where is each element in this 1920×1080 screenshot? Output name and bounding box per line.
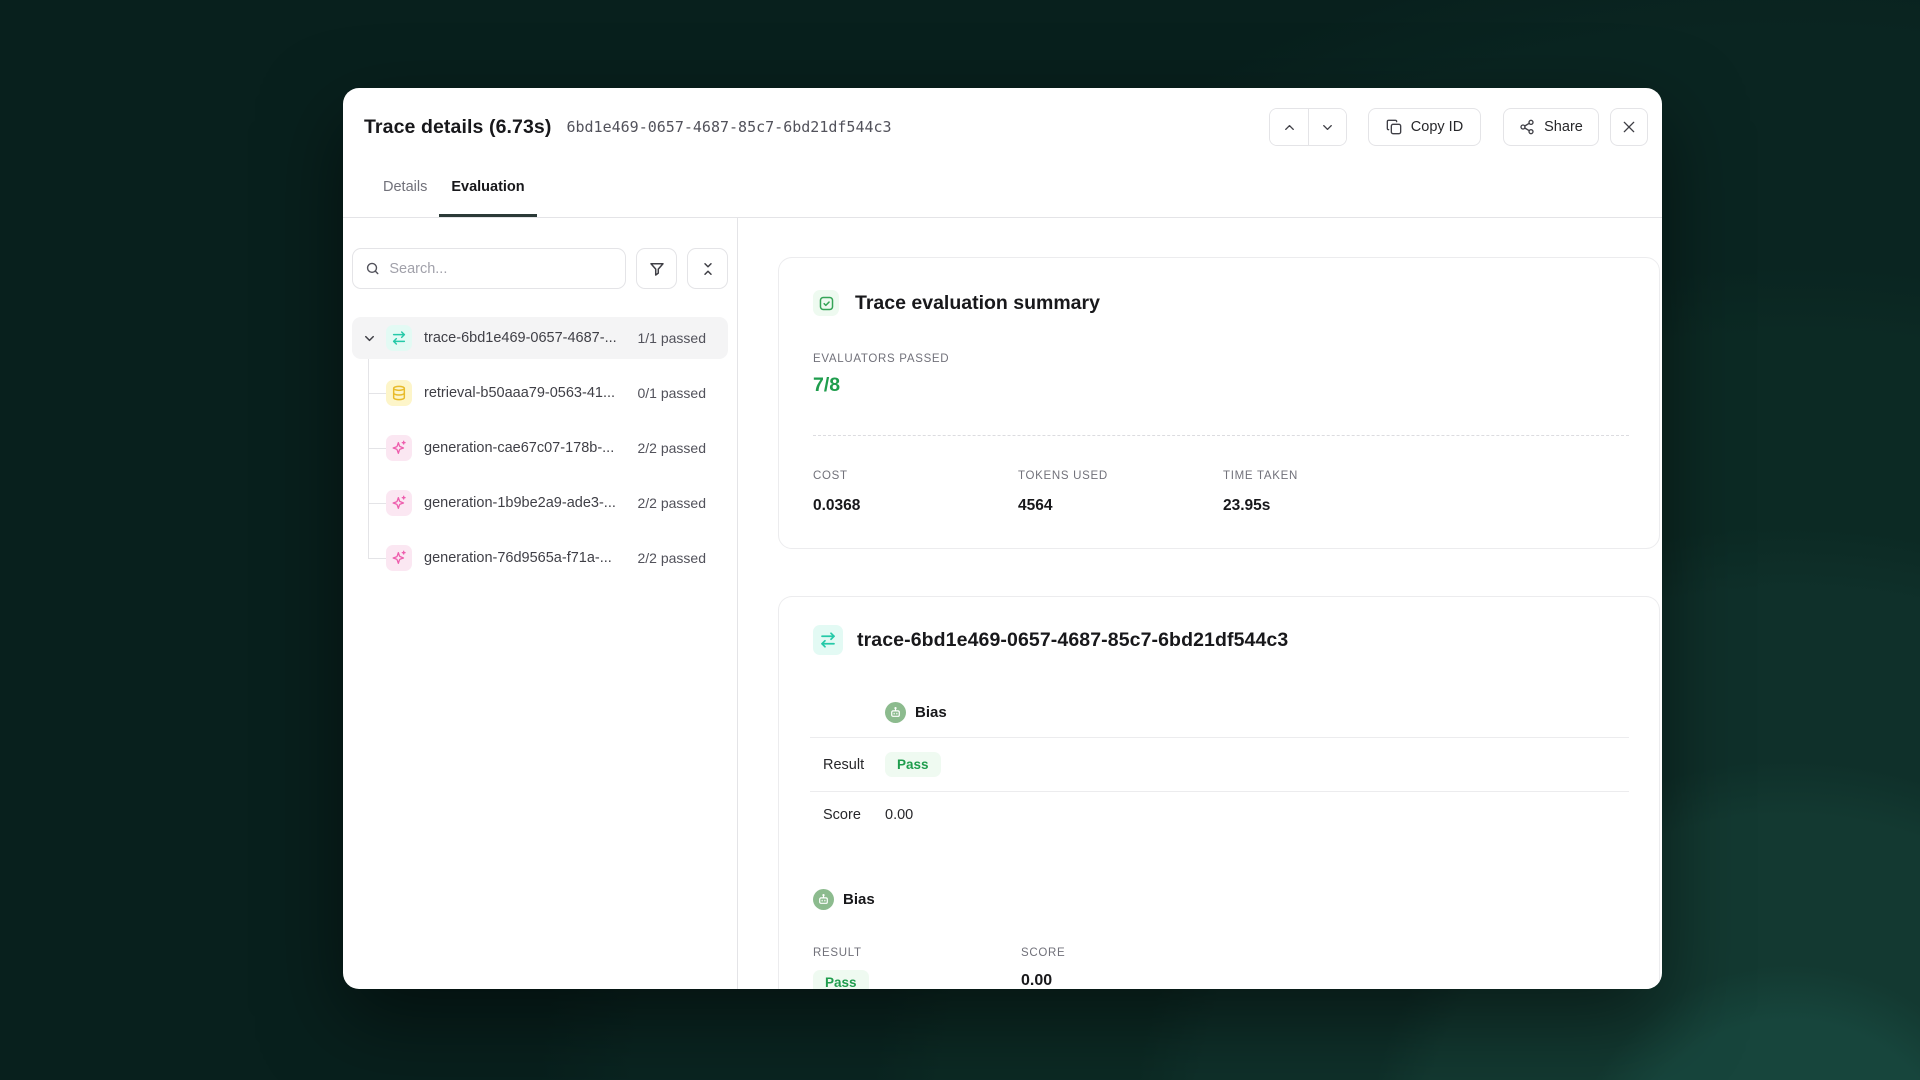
evaluator-name: Bias [915, 704, 947, 721]
dashed-divider [813, 435, 1629, 436]
summary-card-title: Trace evaluation summary [855, 292, 1100, 315]
copy-icon [1386, 119, 1402, 135]
node-pass-count: 0/1 passed [638, 385, 707, 401]
database-icon [386, 380, 412, 406]
search-input[interactable] [389, 261, 613, 277]
stat-cost: COST 0.0368 [813, 470, 1018, 515]
summary-result-column: RESULT Pass [813, 947, 1021, 989]
expand-chevron-icon[interactable] [360, 331, 378, 346]
stat-label: COST [813, 470, 1018, 482]
summary-score-value: 0.00 [1021, 972, 1229, 989]
search-icon [365, 260, 380, 277]
trace-detail-title: trace-6bd1e469-0657-4687-85c7-6bd21df544… [857, 629, 1288, 652]
stat-value: 23.95s [1223, 497, 1428, 515]
trace-detail-header: trace-6bd1e469-0657-4687-85c7-6bd21df544… [813, 625, 1629, 655]
node-label: generation-cae67c07-178b-... [424, 440, 614, 456]
result-pass-badge: Pass [885, 752, 941, 777]
summary-bias-header: Bias [813, 889, 1629, 910]
share-icon [1519, 119, 1535, 135]
trace-id: 6bd1e469-0657-4687-85c7-6bd21df544c3 [566, 118, 891, 136]
collapse-vertical-icon [699, 260, 717, 278]
stat-tokens-used: TOKENS USED 4564 [1018, 470, 1223, 515]
share-button[interactable]: Share [1503, 108, 1599, 146]
modal-header: Trace details (6.73s) 6bd1e469-0657-4687… [343, 88, 1662, 146]
trace-evaluation-summary-card: Trace evaluation summary EVALUATORS PASS… [778, 257, 1660, 549]
trace-icon [386, 325, 412, 351]
check-square-icon [813, 290, 839, 316]
chevron-up-icon [1282, 120, 1297, 135]
node-label: generation-76d9565a-f71a-... [424, 550, 612, 566]
filter-button[interactable] [636, 248, 677, 289]
evaluation-content: Trace evaluation summary EVALUATORS PASS… [738, 218, 1662, 989]
node-pass-count: 2/2 passed [638, 550, 707, 566]
share-label: Share [1544, 119, 1583, 135]
bot-icon [813, 889, 834, 910]
trace-detail-card: trace-6bd1e469-0657-4687-85c7-6bd21df544… [778, 596, 1660, 989]
summary-result-label: RESULT [813, 947, 1021, 959]
sparkles-icon [386, 545, 412, 571]
node-pass-count: 1/1 passed [638, 330, 707, 346]
score-row: Score 0.00 [813, 792, 1629, 838]
search-box[interactable] [352, 248, 626, 289]
summary-score-label: SCORE [1021, 947, 1229, 959]
evaluator-bias-header: Bias [885, 702, 1629, 723]
node-label: trace-6bd1e469-0657-4687-... [424, 330, 617, 346]
close-icon [1621, 119, 1637, 135]
evaluator-name: Bias [843, 891, 875, 908]
chevron-down-icon [1320, 120, 1335, 135]
summary-stats: COST 0.0368 TOKENS USED 4564 TIME TAKEN … [813, 470, 1629, 515]
node-pass-count: 2/2 passed [638, 495, 707, 511]
close-button[interactable] [1610, 108, 1648, 146]
summary-card-header: Trace evaluation summary [813, 290, 1629, 316]
bot-icon [885, 702, 906, 723]
previous-trace-button[interactable] [1270, 109, 1308, 145]
evaluators-passed-label: EVALUATORS PASSED [813, 353, 1629, 365]
copy-id-button[interactable]: Copy ID [1368, 108, 1481, 146]
modal-body: trace-6bd1e469-0657-4687-... 1/1 passed … [343, 218, 1662, 989]
score-value: 0.00 [885, 807, 913, 823]
tree-row-generation-1[interactable]: generation-cae67c07-178b-... 2/2 passed [352, 427, 728, 469]
header-actions: Copy ID Share [1269, 108, 1648, 146]
next-trace-button[interactable] [1308, 109, 1346, 145]
tree-row-trace[interactable]: trace-6bd1e469-0657-4687-... 1/1 passed [352, 317, 728, 359]
summary-score-column: SCORE 0.00 [1021, 947, 1229, 989]
tab-evaluation[interactable]: Evaluation [439, 177, 536, 217]
filter-icon [648, 260, 666, 278]
tree-row-generation-3[interactable]: generation-76d9565a-f71a-... 2/2 passed [352, 537, 728, 579]
stat-time-taken: TIME TAKEN 23.95s [1223, 470, 1428, 515]
trace-icon [813, 625, 843, 655]
collapse-all-button[interactable] [687, 248, 728, 289]
node-label: generation-1b9be2a9-ade3-... [424, 495, 616, 511]
trace-tree: trace-6bd1e469-0657-4687-... 1/1 passed … [352, 317, 728, 579]
tab-bar: Details Evaluation [343, 177, 1662, 218]
tree-row-generation-2[interactable]: generation-1b9be2a9-ade3-... 2/2 passed [352, 482, 728, 524]
tab-details[interactable]: Details [371, 177, 439, 217]
tree-row-retrieval[interactable]: retrieval-b50aaa79-0563-41... 0/1 passed [352, 372, 728, 414]
score-label: Score [823, 807, 885, 823]
result-row: Result Pass [813, 738, 1629, 791]
search-row [352, 248, 728, 289]
summary-result-badge: Pass [813, 970, 869, 989]
sparkles-icon [386, 490, 412, 516]
trace-tree-sidebar: trace-6bd1e469-0657-4687-... 1/1 passed … [343, 218, 738, 989]
trace-details-modal: Trace details (6.73s) 6bd1e469-0657-4687… [343, 88, 1662, 989]
modal-title: Trace details (6.73s) [364, 116, 551, 139]
trace-nav-group [1269, 108, 1347, 146]
bias-summary-grid: RESULT Pass SCORE 0.00 [813, 947, 1629, 989]
node-pass-count: 2/2 passed [638, 440, 707, 456]
result-label: Result [823, 757, 885, 773]
sparkles-icon [386, 435, 412, 461]
stat-value: 0.0368 [813, 497, 1018, 515]
stat-label: TOKENS USED [1018, 470, 1223, 482]
copy-id-label: Copy ID [1411, 119, 1463, 135]
stat-value: 4564 [1018, 497, 1223, 515]
evaluators-passed-value: 7/8 [813, 374, 1629, 397]
stat-label: TIME TAKEN [1223, 470, 1428, 482]
node-label: retrieval-b50aaa79-0563-41... [424, 385, 615, 401]
